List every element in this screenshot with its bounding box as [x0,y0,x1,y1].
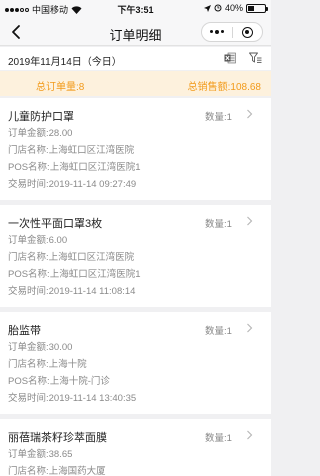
excel-export-icon[interactable] [224,52,236,64]
quantity-label: 数量:1 [205,112,232,123]
product-name: 胎监带 [8,325,41,337]
store-name: 门店名称:上海虹口区江湾医院 [8,252,135,263]
transaction-time: 交易时间:2019-11-14 11:08:14 [8,286,136,297]
nav-bar: 订单明细 [0,18,271,46]
product-name: 儿童防护口罩 [8,111,74,123]
date-label: 2019年11月14日（今日） [8,57,122,68]
chevron-right-icon [247,109,253,119]
order-card[interactable]: 胎监带 数量:1 订单金额:30.00 门店名称:上海十院 POS名称:上海十院… [0,312,271,414]
product-name: 一次性平面口罩3枚 [8,218,103,230]
total-orders-label: 总订单量:8 [36,82,85,93]
order-amount: 订单金额:28.00 [8,128,73,139]
quantity-label: 数量:1 [205,219,232,230]
mini-program-capsule [201,22,263,42]
order-amount: 订单金额:6.00 [8,235,68,246]
order-card[interactable]: 一次性平面口罩3枚 数量:1 订单金额:6.00 门店名称:上海虹口区江湾医院 … [0,205,271,307]
summary-bar: 总订单量:8 总销售额:108.68 [0,71,271,96]
store-name: 门店名称:上海十院 [8,359,87,370]
order-amount: 订单金额:30.00 [8,342,73,353]
more-button[interactable] [202,23,232,41]
filter-icon[interactable] [249,52,262,64]
quantity-label: 数量:1 [205,433,232,444]
chevron-right-icon [247,430,253,440]
pos-name: POS名称:上海十院-门诊 [8,376,110,387]
close-miniprogram-button[interactable] [233,23,263,41]
alarm-icon [214,4,222,12]
transaction-time: 交易时间:2019-11-14 13:40:35 [8,393,137,404]
battery-percent: 40% [224,3,243,13]
order-card[interactable]: 丽蓓瑞茶籽珍萃面膜 数量:1 订单金额:38.65 门店名称:上海国药大厦 [0,419,271,476]
store-name: 门店名称:上海虹口区江湾医院 [8,145,135,156]
pos-name: POS名称:上海虹口区江湾医院1 [8,162,141,173]
location-icon [203,4,211,12]
status-bar: 中国移动 下午3:51 40% [0,0,271,18]
order-card[interactable]: 儿童防护口罩 数量:1 订单金额:28.00 门店名称:上海虹口区江湾医院 PO… [0,98,271,200]
quantity-label: 数量:1 [205,326,232,337]
transaction-time: 交易时间:2019-11-14 09:27:49 [8,179,137,190]
status-right: 40% [203,3,268,13]
battery-icon [246,3,268,13]
order-amount: 订单金额:38.65 [8,449,73,460]
chevron-right-icon [247,323,253,333]
total-sales-label: 总销售额:108.68 [187,82,261,93]
pos-name: POS名称:上海虹口区江湾医院1 [8,269,141,280]
more-dots-icon [209,30,224,34]
chevron-right-icon [247,216,253,226]
date-row: 2019年11月14日（今日） [0,47,271,70]
store-name: 门店名称:上海国药大厦 [8,466,106,476]
close-circle-icon [241,26,253,38]
product-name: 丽蓓瑞茶籽珍萃面膜 [8,432,107,444]
